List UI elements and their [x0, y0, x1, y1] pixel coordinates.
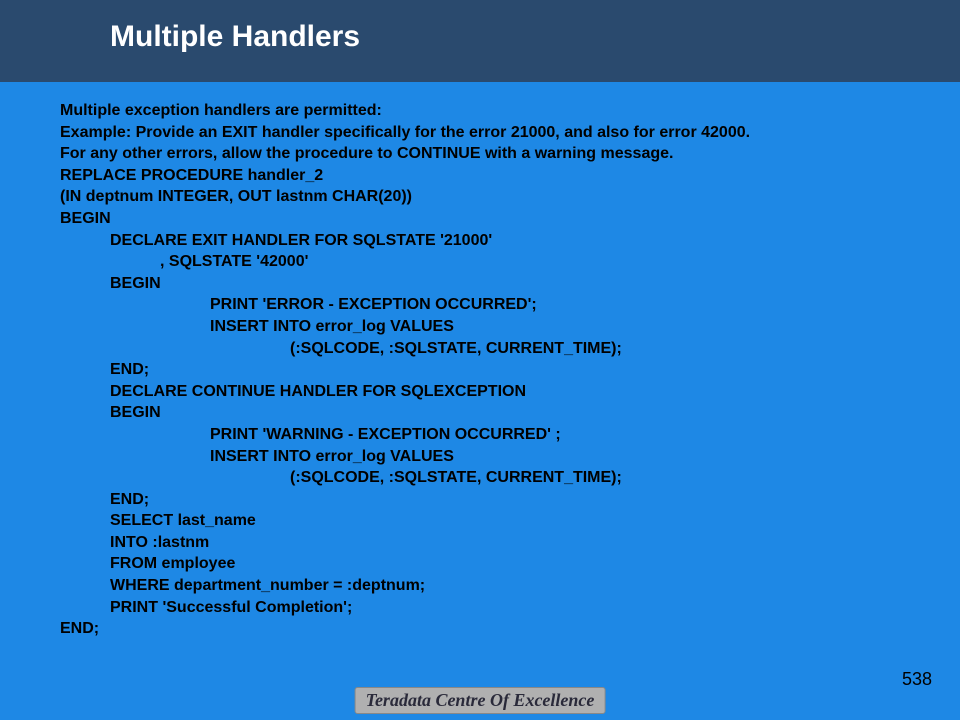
code-line: INSERT INTO error_log VALUES — [60, 316, 960, 338]
code-line: (IN deptnum INTEGER, OUT lastnm CHAR(20)… — [60, 186, 960, 208]
code-line: BEGIN — [60, 273, 960, 295]
page-number: 538 — [902, 669, 932, 690]
code-line: DECLARE EXIT HANDLER FOR SQLSTATE '21000… — [60, 230, 960, 252]
code-line: BEGIN — [60, 208, 960, 230]
code-line: SELECT last_name — [60, 510, 960, 532]
slide-title: Multiple Handlers — [110, 20, 960, 54]
code-line: WHERE department_number = :deptnum; — [60, 575, 960, 597]
code-line: PRINT 'WARNING - EXCEPTION OCCURRED' ; — [60, 424, 960, 446]
code-line: (:SQLCODE, :SQLSTATE, CURRENT_TIME); — [60, 467, 960, 489]
code-line: FROM employee — [60, 553, 960, 575]
code-line: END; — [60, 359, 960, 381]
code-line: INSERT INTO error_log VALUES — [60, 446, 960, 468]
code-line: END; — [60, 489, 960, 511]
intro-line: Multiple exception handlers are permitte… — [60, 100, 960, 122]
code-line: , SQLSTATE '42000' — [60, 251, 960, 273]
code-line: INTO :lastnm — [60, 532, 960, 554]
footer-logo: Teradata Centre Of Excellence — [355, 687, 606, 714]
code-line: END; — [60, 618, 960, 640]
intro-line: For any other errors, allow the procedur… — [60, 143, 960, 165]
code-line: PRINT 'Successful Completion'; — [60, 597, 960, 619]
slide-header: Multiple Handlers — [0, 0, 960, 82]
slide-content: Multiple exception handlers are permitte… — [0, 82, 960, 640]
code-line: (:SQLCODE, :SQLSTATE, CURRENT_TIME); — [60, 338, 960, 360]
code-line: DECLARE CONTINUE HANDLER FOR SQLEXCEPTIO… — [60, 381, 960, 403]
code-line: BEGIN — [60, 402, 960, 424]
intro-line: Example: Provide an EXIT handler specifi… — [60, 122, 960, 144]
code-line: PRINT 'ERROR - EXCEPTION OCCURRED'; — [60, 294, 960, 316]
code-line: REPLACE PROCEDURE handler_2 — [60, 165, 960, 187]
